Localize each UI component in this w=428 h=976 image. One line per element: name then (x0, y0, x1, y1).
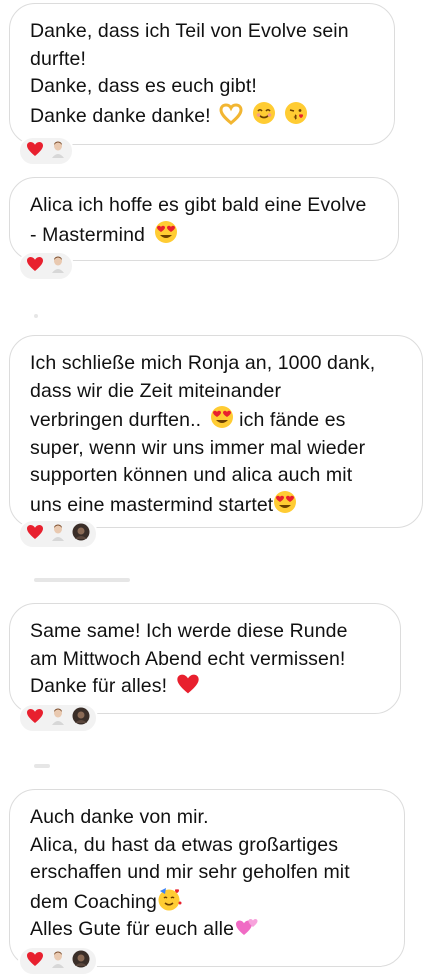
message-bubble-4[interactable]: Same same! Ich werde diese Runde am Mitt… (9, 603, 401, 714)
heart-eyes-emoji-icon (210, 405, 234, 429)
heart-eyes-emoji-icon (154, 220, 178, 244)
message-line: Alica ich hoffe es gibt bald eine Evolve (30, 194, 367, 216)
faint-sender-label (34, 314, 38, 318)
message-line: durfte! (30, 47, 86, 70)
avatar-dark-icon (72, 523, 90, 546)
avatar-dark-icon (72, 950, 90, 973)
message-bubble-5[interactable]: Auch danke von mir. Alica, du hast da et… (9, 789, 405, 967)
reactions-bar-5[interactable] (18, 946, 98, 976)
reactions-bar-1[interactable] (18, 136, 74, 166)
message-line: - Mastermind (30, 223, 145, 246)
party-face-emoji-icon (157, 887, 183, 911)
smiling-face-emoji-icon (252, 101, 276, 125)
message-line: Alica, du hast da etwas großartiges (30, 833, 339, 856)
reactions-bar-2[interactable] (18, 251, 74, 281)
message-line: am Mittwoch Abend echt vermissen! (30, 647, 346, 670)
message-line: erschaffen und mir sehr geholfen mit (30, 861, 350, 883)
red-heart-reaction-icon (26, 256, 44, 277)
message-line: dass wir die Zeit miteinander (30, 379, 282, 402)
message-line: Same same! Ich werde diese Runde (30, 620, 348, 642)
message-line: verbringen durften.. (30, 409, 202, 431)
avatar-light-icon (50, 140, 66, 163)
heart-eyes-emoji-icon (273, 490, 297, 514)
message-line: dem Coaching (30, 890, 157, 913)
message-line: Danke danke danke! (30, 104, 211, 127)
message-line: super, wenn wir uns immer mal wieder (30, 436, 366, 459)
two-hearts-emoji-icon (234, 916, 260, 938)
message-line: Danke, dass es euch gibt! (30, 75, 257, 97)
message-line: uns eine mastermind startet (30, 493, 274, 516)
avatar-dark-icon (72, 707, 90, 730)
message-line: Auch danke von mir. (30, 806, 209, 828)
message-line: supporten können und alica auch mit (30, 464, 353, 486)
message-line: Danke für alles! (30, 675, 168, 697)
reactions-bar-4[interactable] (18, 703, 98, 733)
message-bubble-3[interactable]: Ich schließe mich Ronja an, 1000 dank, d… (9, 335, 423, 528)
red-heart-reaction-icon (26, 708, 44, 729)
red-heart-emoji-icon (176, 673, 200, 695)
red-heart-reaction-icon (26, 524, 44, 545)
message-line: ich fände es (239, 409, 346, 431)
avatar-light-icon (50, 707, 66, 730)
avatar-light-icon (50, 255, 66, 278)
red-heart-reaction-icon (26, 141, 44, 162)
avatar-light-icon (50, 523, 66, 546)
faint-sender-label (34, 764, 50, 768)
message-line: Danke, dass ich Teil von Evolve sein (30, 20, 349, 42)
kiss-face-emoji-icon (284, 101, 308, 125)
reactions-bar-3[interactable] (18, 519, 98, 549)
faint-sender-label (34, 578, 130, 582)
avatar-light-icon (50, 950, 66, 973)
message-bubble-1[interactable]: Danke, dass ich Teil von Evolve sein dur… (9, 3, 395, 145)
message-line: Ich schließe mich Ronja an, 1000 dank, (30, 352, 376, 374)
message-bubble-2[interactable]: Alica ich hoffe es gibt bald eine Evolve… (9, 177, 399, 261)
message-line: Alles Gute für euch alle (30, 918, 235, 940)
red-heart-reaction-icon (26, 951, 44, 972)
heart-hands-emoji-icon (219, 102, 243, 125)
